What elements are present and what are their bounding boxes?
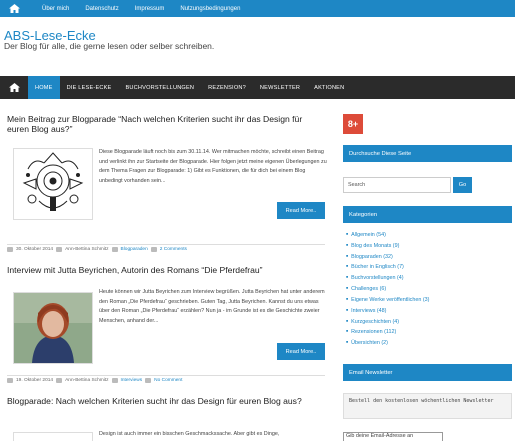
post-thumbnail-photo[interactable] <box>13 292 93 364</box>
folder-icon <box>111 247 118 252</box>
topbar-link-impressum[interactable]: Impressum <box>135 6 165 12</box>
post-title[interactable]: Blogparade: Nach welchen Kriterien sucht… <box>7 396 325 406</box>
post-excerpt: Heute können wir Jutta Beyrichen zum Int… <box>99 289 325 324</box>
email-field[interactable]: Gib deine Email-Adresse an <box>343 432 443 441</box>
post-author[interactable]: Ann-Bettina Schmitz <box>65 247 108 252</box>
category-item[interactable]: Interviews (48) <box>346 306 429 317</box>
post-title[interactable]: Mein Beitrag zur Blogparade “Nach welche… <box>7 114 325 134</box>
categories-widget-title: Kategorien <box>343 206 512 223</box>
google-plus-icon[interactable]: 8+ <box>343 114 363 134</box>
read-more-button[interactable]: Read More.. <box>277 202 325 219</box>
comment-icon <box>150 247 157 252</box>
nav-item-aktionen[interactable]: AKTIONEN <box>307 76 351 99</box>
category-item[interactable]: Challenges (6) <box>346 284 429 295</box>
post-category[interactable]: Interviews <box>121 378 143 383</box>
nav-item-home[interactable]: HOME <box>28 76 60 99</box>
post-thumbnail-image[interactable] <box>13 148 93 220</box>
category-list: Allgemein (54) Blog des Monats (9) Blogp… <box>346 230 429 349</box>
post-thumbnail-image[interactable] <box>13 432 93 441</box>
post-title[interactable]: Interview mit Jutta Beyrichen, Autorin d… <box>7 265 325 275</box>
category-item[interactable]: Übersichten (2) <box>346 338 429 349</box>
category-item[interactable]: Eigene Werke veröffentlichen (3) <box>346 295 429 306</box>
post-meta: 30. Oktober 2014 Ann-Bettina Schmitz Blo… <box>7 244 325 252</box>
post-author[interactable]: Ann-Bettina Schmitz <box>65 378 108 383</box>
folder-icon <box>111 378 118 383</box>
category-item[interactable]: Bücher in Englisch (7) <box>346 262 429 273</box>
nav-item-buchvorstellungen[interactable]: BUCHVORSTELLUNGEN <box>118 76 201 99</box>
topbar-link-ueber-mich[interactable]: Über mich <box>42 6 69 12</box>
post: Interview mit Jutta Beyrichen, Autorin d… <box>7 265 325 385</box>
search-widget-title: Durchsuche Diese Seite <box>343 145 512 162</box>
nav-item-rezension[interactable]: REZENSION? <box>201 76 253 99</box>
post-comments[interactable]: No Comment <box>154 378 182 383</box>
post: Mein Beitrag zur Blogparade “Nach welche… <box>7 114 327 252</box>
calendar-icon <box>7 247 13 252</box>
post: Blogparade: Nach welchen Kriterien sucht… <box>7 396 325 441</box>
author-icon <box>56 247 63 252</box>
category-item[interactable]: Blog des Monats (9) <box>346 241 429 252</box>
post-excerpt: Diese Blogparade läuft noch bis zum 30.1… <box>99 149 327 184</box>
nav-item-newsletter[interactable]: NEWSLETTER <box>253 76 307 99</box>
comment-icon <box>145 378 152 383</box>
main-nav: HOME DIE LESE-ECKE BUCHVORSTELLUNGEN REZ… <box>0 76 515 99</box>
post-category[interactable]: Blogparaden <box>121 247 148 252</box>
topbar-link-datenschutz[interactable]: Datenschutz <box>85 6 118 12</box>
post-date: 30. Oktober 2014 <box>16 247 54 252</box>
search-button[interactable]: Go <box>453 177 472 193</box>
post-meta: 19. Oktober 2014 Ann-Bettina Schmitz Int… <box>7 375 325 383</box>
nav-item-lese-ecke[interactable]: DIE LESE-ECKE <box>60 76 119 99</box>
home-icon[interactable] <box>0 0 28 17</box>
calendar-icon <box>7 378 13 383</box>
site-description: Der Blog für alle, die gerne lesen oder … <box>4 41 215 51</box>
read-more-button[interactable]: Read More.. <box>277 343 325 360</box>
post-comments[interactable]: 2 Comments <box>160 247 187 252</box>
newsletter-text: Bestell den kostenlosen wöchentlichen Ne… <box>343 393 512 419</box>
newsletter-widget-title: Email Newsletter <box>343 364 512 381</box>
nav-home-icon[interactable] <box>0 76 28 99</box>
category-item[interactable]: Buchvorstellungen (4) <box>346 273 429 284</box>
post-date: 19. Oktober 2014 <box>16 378 54 383</box>
category-item[interactable]: Blogparaden (32) <box>346 252 429 263</box>
post-excerpt: Design ist auch immer ein bisschen Gesch… <box>99 431 280 437</box>
top-bar: Über mich Datenschutz Impressum Nutzungs… <box>0 0 515 17</box>
category-item[interactable]: Kurzgeschichten (4) <box>346 317 429 328</box>
category-item[interactable]: Allgemein (54) <box>346 230 429 241</box>
category-item[interactable]: Rezensionen (112) <box>346 327 429 338</box>
topbar-link-nutzungsbedingungen[interactable]: Nutzungsbedingungen <box>180 6 240 12</box>
search-input[interactable]: Search <box>343 177 451 193</box>
author-icon <box>56 378 63 383</box>
